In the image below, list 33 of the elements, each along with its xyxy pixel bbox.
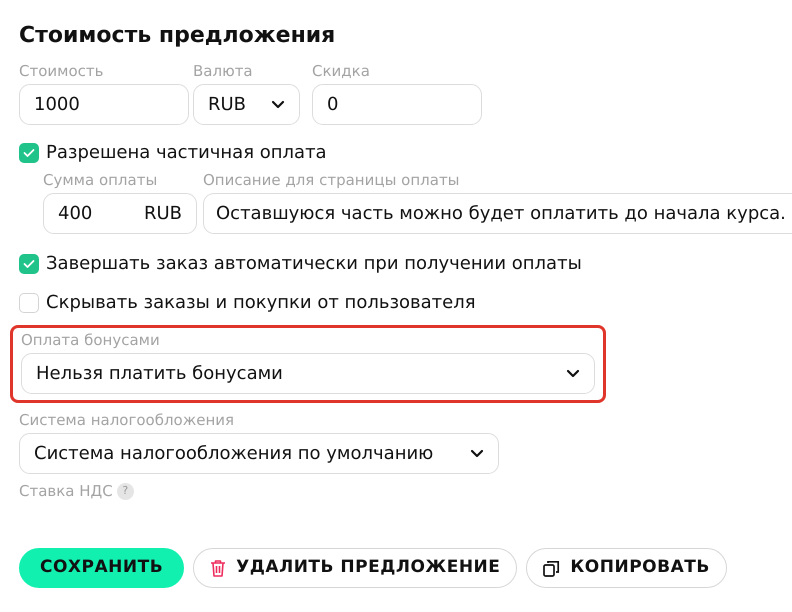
bonus-payment-select[interactable]: Нельзя платить бонусами [21, 353, 595, 394]
currency-unit: RUB [144, 202, 182, 226]
currency-select[interactable]: RUB [193, 84, 300, 125]
payment-description-input[interactable]: Оставшуюся часть можно будет оплатить до начала курса. [203, 193, 792, 234]
field-label: Сумма оплаты [43, 171, 158, 190]
chevron-down-icon [566, 369, 580, 378]
chevron-down-icon [470, 449, 484, 458]
delete-button[interactable]: УДАЛИТЬ ПРЕДЛОЖЕНИЕ [193, 548, 518, 588]
checkbox-label: Скрывать заказы и покупки от пользователя [46, 291, 476, 315]
copy-icon [543, 560, 560, 576]
discount-input[interactable]: 0 [312, 84, 482, 125]
field-label: Система налогообложения [19, 411, 236, 430]
checkbox[interactable] [19, 143, 39, 163]
field-label: Ставка НДС [19, 482, 113, 501]
section-title: Стоимость предложения [19, 22, 336, 50]
field-label: Стоимость [19, 62, 104, 81]
tax-system-select[interactable]: Система налогообложения по умолчанию [19, 433, 499, 474]
field-label: Описание для страницы оплаты [203, 171, 461, 190]
check-icon [23, 148, 35, 158]
field-label: Оплата бонусами [21, 331, 161, 350]
payment-amount-input[interactable]: 400 RUB [43, 193, 197, 234]
checkbox-label: Разрешена частичная оплата [46, 141, 327, 165]
price-input[interactable]: 1000 [19, 84, 189, 125]
chevron-down-icon [271, 100, 285, 109]
checkbox-label: Завершать заказ автоматически при получении оплаты [46, 252, 582, 276]
trash-icon [210, 559, 226, 577]
checkbox[interactable] [19, 254, 39, 274]
checkbox[interactable] [19, 293, 39, 313]
field-label: Скидка [312, 62, 371, 81]
check-icon [23, 259, 35, 269]
field-label: Валюта [193, 62, 254, 81]
copy-button[interactable]: КОПИРОВАТЬ [526, 548, 727, 588]
save-button[interactable]: СОХРАНИТЬ [19, 548, 184, 588]
